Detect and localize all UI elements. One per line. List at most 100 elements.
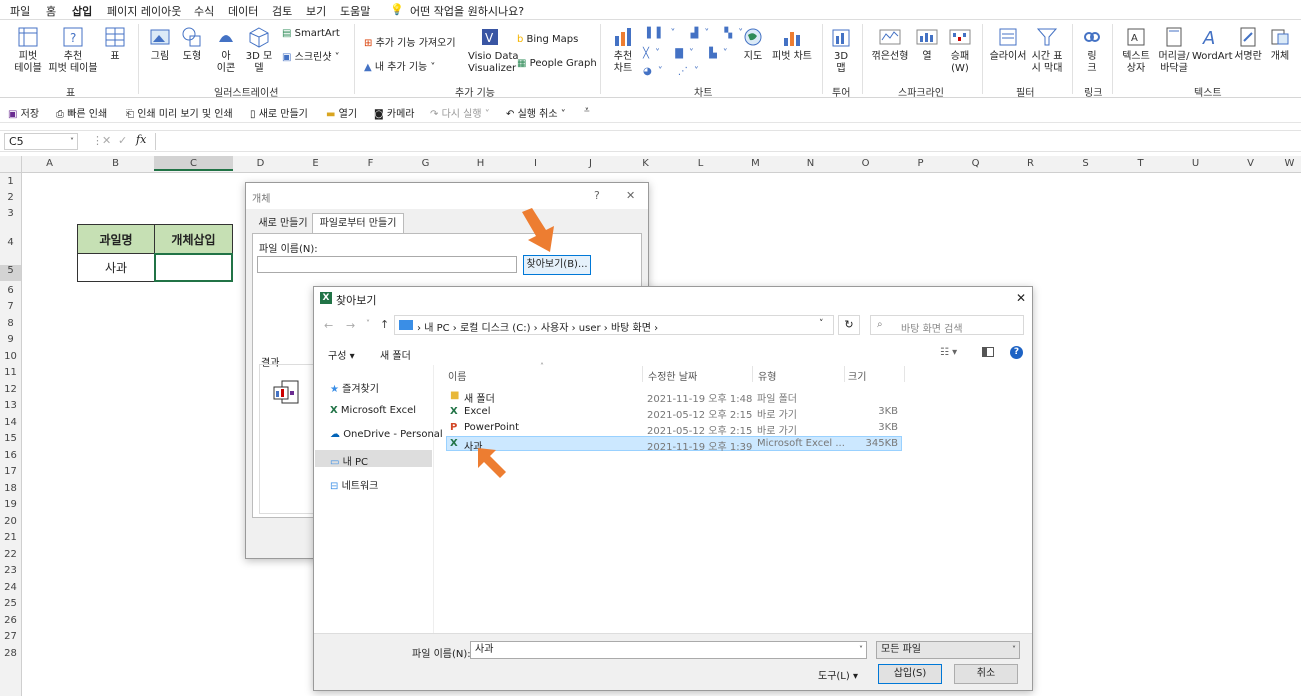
- row-header[interactable]: 25: [0, 598, 21, 609]
- recommended-charts-button[interactable]: 추천 차트: [608, 26, 638, 75]
- visio-visualizer-button[interactable]: V Visio Data Visualizer: [468, 26, 519, 75]
- row-header[interactable]: 20: [0, 516, 21, 527]
- column-header[interactable]: M: [728, 158, 783, 169]
- close-icon[interactable]: ✕: [1016, 291, 1026, 305]
- browse-button[interactable]: 찾아보기(B)...: [523, 255, 591, 275]
- column-header[interactable]: Q: [948, 158, 1003, 169]
- open-button[interactable]: ▬ 열기: [326, 105, 357, 120]
- column-header[interactable]: I: [508, 158, 563, 169]
- menu-data[interactable]: 데이터: [228, 3, 258, 19]
- column-header[interactable]: E: [288, 158, 343, 169]
- search-box[interactable]: ⌕ 바탕 화면 검색: [870, 315, 1024, 335]
- table-button[interactable]: 표: [102, 26, 128, 63]
- tab-create-from-file[interactable]: 파일로부터 만들기: [312, 213, 404, 233]
- row-header[interactable]: 27: [0, 631, 21, 642]
- file-name-input[interactable]: [257, 256, 517, 273]
- close-icon[interactable]: ✕: [626, 189, 635, 202]
- column-date[interactable]: 수정한 날짜: [648, 368, 697, 383]
- column-header[interactable]: D: [233, 158, 288, 169]
- row-header[interactable]: 26: [0, 615, 21, 626]
- chevron-down-icon[interactable]: ˅: [366, 319, 370, 328]
- header-footer-button[interactable]: 머리글/ 바닥글: [1156, 26, 1192, 75]
- tree-item-this-pc[interactable]: ▭ 내 PC: [330, 453, 368, 468]
- up-icon[interactable]: ↑: [380, 318, 389, 331]
- chart-type-icons-3[interactable]: ◕˅ ⋰˅: [643, 66, 705, 77]
- formula-input[interactable]: [155, 133, 1299, 150]
- maps-button[interactable]: 지도: [740, 26, 766, 63]
- menu-home[interactable]: 홈: [46, 3, 56, 19]
- column-header[interactable]: K: [618, 158, 673, 169]
- column-header[interactable]: H: [453, 158, 508, 169]
- view-options-icon[interactable]: ☷ ▾: [940, 347, 957, 358]
- pivot-table-button[interactable]: 피벗 테이블: [10, 26, 46, 75]
- row-header[interactable]: 6: [0, 285, 21, 296]
- menu-formulas[interactable]: 수식: [194, 3, 214, 19]
- help-button[interactable]: ?: [594, 189, 600, 202]
- file-row[interactable]: P PowerPoint 2021-05-12 오후 2:15 바로 가기 3K…: [446, 421, 902, 437]
- cancel-icon[interactable]: ✕: [102, 134, 111, 147]
- tell-me-box[interactable]: 어떤 작업을 원하시나요?: [410, 3, 524, 19]
- row-header[interactable]: 3: [0, 208, 21, 219]
- tools-button[interactable]: 도구(L) ▾: [818, 667, 858, 682]
- redo-button[interactable]: ↷ 다시 실행 ˅: [430, 105, 490, 120]
- customize-qat-icon[interactable]: ⩡: [584, 105, 590, 116]
- column-size[interactable]: 크기: [848, 368, 866, 383]
- column-header[interactable]: N: [783, 158, 838, 169]
- column-header[interactable]: G: [398, 158, 453, 169]
- address-bar[interactable]: › 내 PC › 로컬 디스크 (C:) › 사용자 › user › 바탕 화…: [394, 315, 834, 335]
- table-cell-fruit[interactable]: 사과: [77, 253, 155, 282]
- row-header[interactable]: 23: [0, 565, 21, 576]
- tree-item-excel[interactable]: X Microsoft Excel: [330, 405, 416, 416]
- save-button[interactable]: ▣ 저장: [8, 105, 39, 120]
- back-icon[interactable]: ←: [324, 319, 333, 332]
- icons-button[interactable]: 아 이콘: [212, 26, 240, 75]
- print-preview-button[interactable]: ⎗ 인쇄 미리 보기 및 인쇄: [126, 105, 233, 120]
- row-header[interactable]: 14: [0, 417, 21, 428]
- column-header[interactable]: P: [893, 158, 948, 169]
- timeline-button[interactable]: 시간 표 시 막대: [1030, 26, 1064, 75]
- new-button[interactable]: ▯ 새로 만들기: [250, 105, 308, 120]
- wordart-button[interactable]: A WordArt: [1192, 26, 1233, 63]
- pivot-chart-button[interactable]: 피벗 차트: [770, 26, 814, 63]
- menu-page-layout[interactable]: 페이지 레이아웃: [107, 3, 181, 19]
- new-folder-button[interactable]: 새 폴더: [380, 347, 411, 362]
- file-row[interactable]: ■ 새 폴더 2021-11-19 오후 1:48 파일 폴더: [446, 389, 902, 405]
- 3d-map-button[interactable]: 3D 맵: [828, 26, 854, 75]
- row-header[interactable]: 15: [0, 433, 21, 444]
- textbox-button[interactable]: A 텍스트 상자: [1118, 26, 1154, 75]
- picture-button[interactable]: 그림: [146, 26, 174, 63]
- smartart-button[interactable]: ▤ SmartArt: [282, 28, 340, 39]
- file-row[interactable]: X Excel 2021-05-12 오후 2:15 바로 가기 3KB: [446, 405, 902, 421]
- bing-maps-button[interactable]: b Bing Maps: [517, 34, 578, 45]
- row-header[interactable]: 24: [0, 582, 21, 593]
- help-icon[interactable]: ?: [1010, 346, 1023, 359]
- people-graph-button[interactable]: ▦ People Graph: [517, 58, 597, 69]
- row-header[interactable]: 21: [0, 532, 21, 543]
- sparkline-column-button[interactable]: 열: [914, 26, 940, 63]
- name-box[interactable]: C5 ˅: [4, 133, 78, 150]
- quick-print-button[interactable]: ⎙ 빠른 인쇄: [56, 105, 107, 120]
- table-header-object[interactable]: 개체삽입: [154, 224, 233, 254]
- chevron-down-icon[interactable]: ˅: [819, 319, 824, 329]
- row-header[interactable]: 1: [0, 176, 21, 187]
- table-cell-selected-c5[interactable]: [154, 253, 233, 282]
- sparkline-winloss-button[interactable]: 승패 (W): [944, 26, 976, 75]
- row-header-selected[interactable]: 5: [0, 265, 21, 281]
- menu-help[interactable]: 도움말: [340, 3, 370, 19]
- column-header[interactable]: W: [1278, 158, 1301, 169]
- select-all-corner[interactable]: [0, 156, 22, 173]
- file-type-select[interactable]: 모든 파일 ˅: [876, 641, 1020, 659]
- preview-pane-icon[interactable]: [982, 347, 994, 357]
- column-name[interactable]: 이름: [448, 368, 466, 383]
- row-header[interactable]: 12: [0, 384, 21, 395]
- column-header[interactable]: A: [22, 158, 77, 169]
- row-header[interactable]: 28: [0, 648, 21, 659]
- tab-create-new[interactable]: 새로 만들기: [254, 215, 312, 233]
- chart-type-icons-2[interactable]: ╳˅ ▇˅ ▙˅: [643, 48, 734, 59]
- 3d-model-button[interactable]: 3D 모 델: [244, 26, 274, 75]
- signature-line-button[interactable]: 서명란: [1232, 26, 1264, 63]
- row-header[interactable]: 16: [0, 450, 21, 461]
- column-header[interactable]: J: [563, 158, 618, 169]
- column-header[interactable]: L: [673, 158, 728, 169]
- file-row-selected[interactable]: X 사과 2021-11-19 오후 1:39 Microsoft Excel …: [446, 436, 902, 453]
